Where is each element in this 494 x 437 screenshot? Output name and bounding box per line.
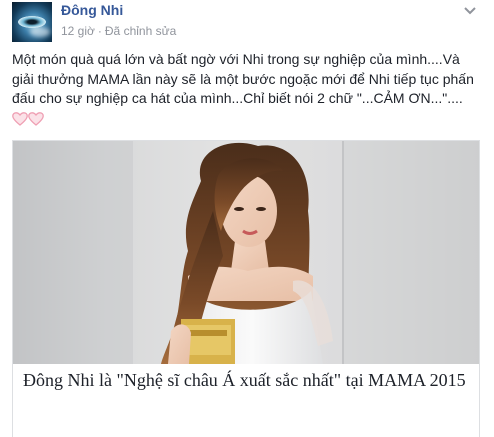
woman-in-white-dress-photo bbox=[13, 141, 479, 364]
pink-heart-icon bbox=[28, 112, 44, 126]
link-preview-image[interactable] bbox=[13, 141, 479, 364]
post-meta: 12 giờ · Đã chỉnh sửa bbox=[61, 24, 176, 38]
emoji-row bbox=[12, 112, 44, 126]
pink-heart-icon bbox=[12, 112, 28, 126]
facebook-post: Đông Nhi 12 giờ · Đã chỉnh sửa Một món q… bbox=[0, 0, 494, 437]
link-preview-card[interactable]: Đông Nhi là "Nghệ sĩ châu Á xuất sắc nhấ… bbox=[12, 140, 480, 437]
edited-label[interactable]: Đã chỉnh sửa bbox=[105, 24, 176, 38]
post-status-text: Một món quà quá lớn và bất ngờ với Nhi t… bbox=[12, 51, 474, 106]
chevron-down-icon[interactable] bbox=[463, 6, 477, 16]
meta-separator: · bbox=[97, 24, 102, 38]
author-name[interactable]: Đông Nhi bbox=[61, 2, 123, 18]
avatar-glow-graphic bbox=[30, 27, 50, 37]
avatar[interactable] bbox=[12, 2, 52, 42]
link-preview-title[interactable]: Đông Nhi là "Nghệ sĩ châu Á xuất sắc nhấ… bbox=[23, 369, 469, 392]
post-timestamp[interactable]: 12 giờ bbox=[61, 24, 95, 38]
